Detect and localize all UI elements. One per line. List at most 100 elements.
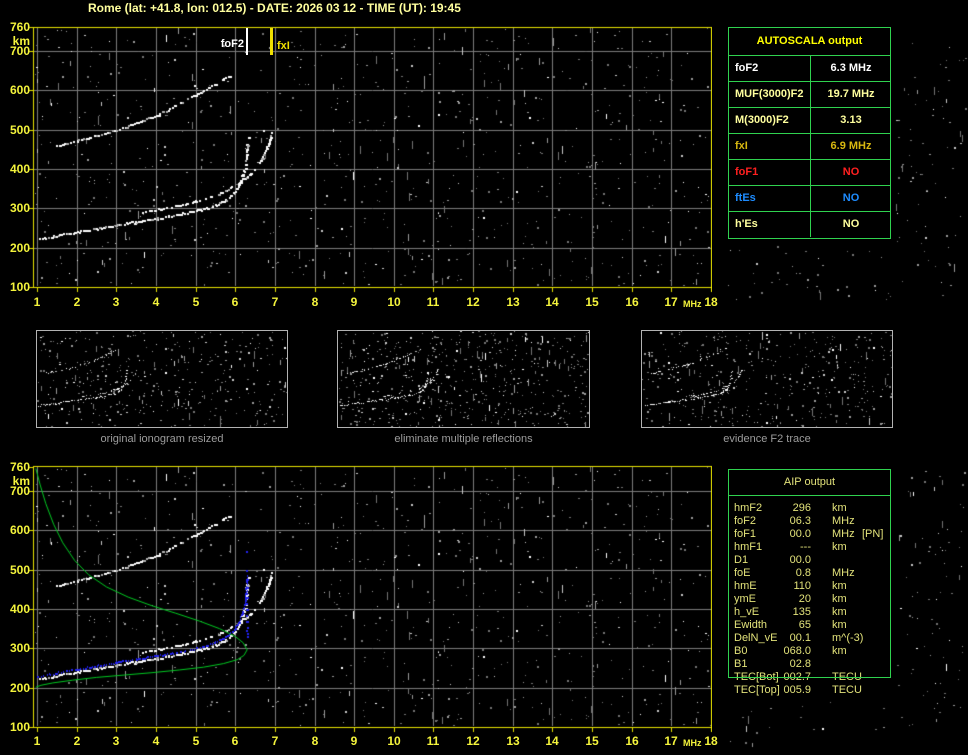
aip-row-hmE: hmE 110 km [729, 580, 890, 593]
aip-cell: 00.1 [789, 632, 811, 644]
foF2-marker-label: foF2 [220, 38, 244, 50]
autoscala-row-h'Es: h'Es NO [729, 212, 890, 237]
ionogram-canvas-bottom [28, 465, 712, 737]
x-tick-label: 5 [192, 295, 200, 309]
y-tick-label: 500 [9, 563, 30, 577]
panel-evidence-f2 [641, 330, 893, 428]
aip-cell: foE [734, 567, 751, 579]
aip-row-D1: D1 00.0 [729, 554, 890, 567]
x-tick-label: 7 [271, 734, 279, 748]
autoscala-row-label: MUF(3000)F2 [729, 82, 811, 107]
x-tick-label: 14 [545, 295, 559, 309]
aip-table-header: AIP output [729, 470, 890, 496]
x-tick-label: 1 [33, 734, 41, 748]
panel-2-canvas [338, 331, 589, 427]
y-tick-label: 100 [9, 280, 30, 294]
x-tick-label: 15 [585, 295, 599, 309]
aip-cell: 110 [793, 580, 811, 592]
aip-row-DelN_vE: DelN_vE 00.1 m^(-3) [729, 632, 890, 645]
aip-cell: km [832, 593, 847, 605]
y-tick-label: 600 [9, 523, 30, 537]
autoscala-row-ftEs: ftEs NO [729, 186, 890, 212]
autoscala-row-value: 3.13 [840, 114, 862, 126]
autoscala-output-table: AUTOSCALA output foF2 6.3 MHz MUF(3000)F2 1… [728, 27, 891, 239]
x-tick-label: 7 [271, 295, 279, 309]
panel-original-ionogram [36, 330, 288, 428]
autoscala-app-window: Rome (lat: +41.8, lon: 012.5) - DATE: 20… [0, 0, 968, 755]
aip-cell: 135 [792, 606, 811, 618]
aip-cell: km [832, 645, 847, 657]
autoscala-row-value: 6.3 MHz [830, 62, 872, 74]
aip-cell: foF2 [734, 515, 757, 527]
y-tick-label: 400 [9, 162, 30, 176]
station-title: Rome (lat: +41.8, lon: 012.5) - DATE: 20… [88, 1, 461, 15]
aip-row-foF2: foF2 06.3 MHz [729, 515, 890, 528]
autoscala-table-rows: foF2 6.3 MHz MUF(3000)F2 19.7 MHz M(3000)F2 3… [729, 56, 890, 237]
aip-cell: 00.0 [789, 554, 811, 566]
aip-cell: 06.3 [789, 515, 811, 527]
aip-cell: km [832, 502, 847, 514]
aip-cell: ymE [734, 593, 756, 605]
aip-cell: 296 [792, 502, 811, 514]
panel-eliminate-reflections [337, 330, 590, 428]
autoscala-row-value: 19.7 MHz [827, 88, 875, 100]
y-tick-label: 500 [9, 123, 30, 137]
autoscala-row-M(3000)F2: M(3000)F2 3.13 [729, 108, 890, 134]
aip-cell: MHz [832, 567, 855, 579]
aip-cell: 005.9 [783, 684, 811, 696]
aip-row-Ewidth: Ewidth 65 km [729, 619, 890, 632]
aip-cell: [PN] [862, 528, 884, 540]
y-tick-label: 300 [9, 201, 30, 215]
panel-2-caption: eliminate multiple reflections [394, 433, 533, 445]
y-tick-label: 700 [9, 44, 30, 58]
y-tick-label: 100 [9, 720, 30, 734]
x-tick-label: 12 [466, 734, 480, 748]
x-tick-label: 8 [311, 734, 319, 748]
x-tick-label: 13 [506, 295, 520, 309]
aip-cell: km [832, 541, 847, 553]
x-tick-label: 11 [426, 295, 440, 309]
aip-row-h_vE: h_vE 135 km [729, 606, 890, 619]
x-tick-label: 9 [350, 295, 358, 309]
autoscala-row-value: 6.9 MHz [830, 140, 872, 152]
autoscala-row-label: fxI [729, 134, 811, 159]
x-tick-label: 10 [387, 295, 401, 309]
aip-cell: km [832, 580, 847, 592]
x-axis-unit-label: MHz [683, 299, 702, 309]
x-tick-label: 1 [33, 295, 41, 309]
autoscala-row-value: NO [842, 218, 860, 230]
autoscala-row-label: ftEs [729, 186, 811, 211]
autoscala-row-fxI: fxI 6.9 MHz [729, 134, 890, 160]
aip-cell: 65 [798, 619, 811, 631]
y-tick-label: 760 [9, 20, 30, 34]
autoscala-row-MUF(3000)F2: MUF(3000)F2 19.7 MHz [729, 82, 890, 108]
y-tick-label: 700 [9, 484, 30, 498]
y-tick-label: 300 [9, 641, 30, 655]
autoscala-row-foF2: foF2 6.3 MHz [729, 56, 890, 82]
autoscala-table-header: AUTOSCALA output [729, 28, 890, 56]
x-tick-label: 3 [112, 734, 120, 748]
y-tick-label: 600 [9, 83, 30, 97]
aip-cell: 00.0 [789, 528, 811, 540]
autoscala-row-foF1: foF1 NO [729, 160, 890, 186]
panel-3-canvas [642, 331, 892, 427]
fxI-marker-line [270, 28, 273, 55]
x-tick-label: 10 [387, 734, 401, 748]
panel-3-caption: evidence F2 trace [723, 433, 811, 445]
aip-row-ymE: ymE 20 km [729, 593, 890, 606]
x-tick-label: 2 [73, 734, 81, 748]
autoscala-row-label: M(3000)F2 [729, 108, 811, 133]
x-tick-label: 5 [192, 734, 200, 748]
autoscala-row-label: foF1 [729, 160, 811, 185]
x-tick-label: 4 [152, 734, 160, 748]
aip-cell: 068.0 [783, 645, 811, 657]
x-tick-label: 6 [231, 734, 239, 748]
panel-1-caption: original ionogram resized [100, 433, 224, 445]
y-tick-label: 400 [9, 602, 30, 616]
fxI-marker-label: fxI [277, 40, 290, 52]
y-tick-label: 760 [9, 460, 30, 474]
x-tick-label: 2 [73, 295, 81, 309]
aip-cell: B0 [734, 645, 748, 657]
y-tick-label: 200 [9, 241, 30, 255]
aip-cell: km [832, 606, 847, 618]
